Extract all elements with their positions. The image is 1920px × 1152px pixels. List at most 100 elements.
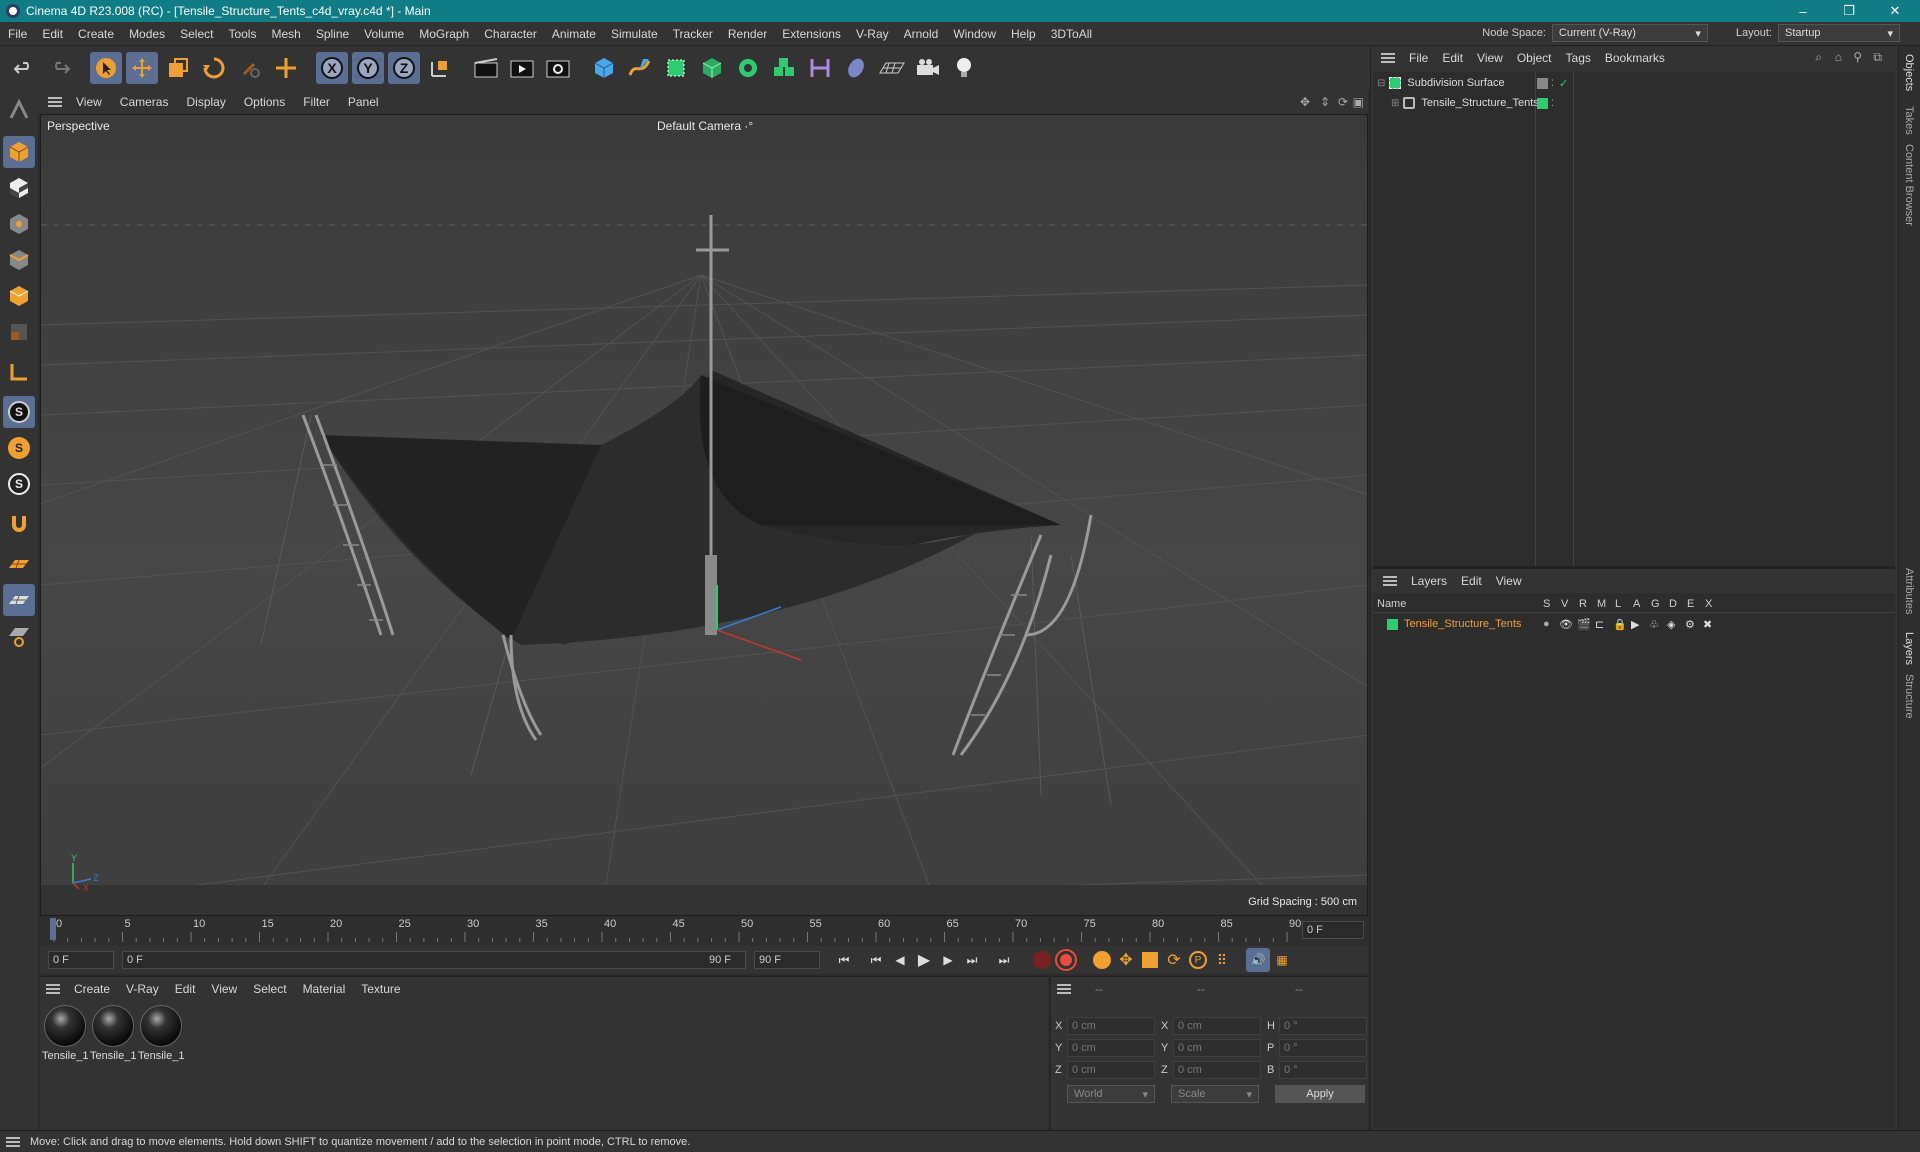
make-editable-button[interactable] bbox=[3, 94, 35, 126]
menu-vray[interactable]: V-Ray bbox=[856, 27, 889, 41]
layer-color-swatch[interactable] bbox=[1387, 618, 1398, 630]
lock-icon[interactable]: 🔒 bbox=[1613, 618, 1627, 631]
deformer-icon[interactable]: ◈ bbox=[1667, 618, 1675, 631]
viewport-menu-display[interactable]: Display bbox=[186, 95, 225, 109]
grid-button[interactable] bbox=[3, 584, 35, 616]
material-swatch[interactable]: Tensile_1 bbox=[90, 1005, 136, 1062]
material-menu-select[interactable]: Select bbox=[253, 982, 286, 996]
workplane-button[interactable] bbox=[3, 548, 35, 580]
viewport-menu-view[interactable]: View bbox=[76, 95, 102, 109]
position-z-field[interactable]: 0 cm bbox=[1067, 1061, 1155, 1079]
hamburger-menu-icon[interactable] bbox=[46, 984, 60, 994]
rotation-b-field[interactable]: 0 ° bbox=[1279, 1061, 1367, 1079]
viewport-zoom-icon[interactable]: ⇕ bbox=[1320, 95, 1330, 109]
render-clapboard-icon[interactable]: 🎬 bbox=[1577, 618, 1591, 631]
axis-mode-button[interactable] bbox=[3, 356, 35, 388]
material-menu-view[interactable]: View bbox=[211, 982, 237, 996]
key-rotation-button[interactable]: ⟳ bbox=[1162, 948, 1186, 972]
manager-tree-icon[interactable]: ⊏ bbox=[1595, 618, 1604, 631]
hamburger-menu-icon[interactable] bbox=[1057, 984, 1071, 994]
menu-edit[interactable]: Edit bbox=[42, 27, 63, 41]
home-icon[interactable]: ⌂ bbox=[1835, 50, 1842, 64]
world-axis-button[interactable] bbox=[270, 52, 302, 84]
menu-volume[interactable]: Volume bbox=[364, 27, 404, 41]
frame-range-slider[interactable]: 0 F 90 F bbox=[122, 951, 746, 969]
menu-mesh[interactable]: Mesh bbox=[271, 27, 300, 41]
column-animation[interactable]: A bbox=[1633, 598, 1640, 610]
viewport-rotate-icon[interactable]: ⟳ bbox=[1338, 95, 1348, 109]
eye-icon[interactable]: 👁 bbox=[1559, 618, 1573, 631]
render-view-button[interactable] bbox=[470, 52, 502, 84]
menu-select[interactable]: Select bbox=[180, 27, 213, 41]
recent-tool-button[interactable] bbox=[234, 52, 266, 84]
play-button[interactable]: ▶ bbox=[912, 948, 936, 972]
floor-button[interactable] bbox=[876, 52, 908, 84]
viewport-menu-filter[interactable]: Filter bbox=[303, 95, 330, 109]
filter-icon[interactable]: ⚲ bbox=[1853, 50, 1862, 64]
menu-file[interactable]: File bbox=[8, 27, 27, 41]
menu-3dtoall[interactable]: 3DToAll bbox=[1051, 27, 1092, 41]
expression-icon[interactable]: ⚙ bbox=[1685, 618, 1695, 631]
menu-extensions[interactable]: Extensions bbox=[782, 27, 841, 41]
autokey-button[interactable] bbox=[1054, 948, 1078, 972]
hamburger-menu-icon[interactable] bbox=[48, 97, 62, 107]
size-z-field[interactable]: 0 cm bbox=[1173, 1061, 1261, 1079]
minimize-button[interactable]: – bbox=[1780, 0, 1826, 22]
viewport-move-icon[interactable]: ✥ bbox=[1300, 95, 1310, 109]
live-selection-button[interactable] bbox=[90, 52, 122, 84]
expand-plus-icon[interactable]: ⊞ bbox=[1391, 98, 1399, 109]
column-solo[interactable]: S bbox=[1543, 598, 1550, 610]
key-parameter-button[interactable]: P bbox=[1186, 948, 1210, 972]
hamburger-menu-icon[interactable] bbox=[6, 1136, 20, 1147]
uv-mode-button[interactable] bbox=[3, 316, 35, 348]
cube-button[interactable] bbox=[588, 52, 620, 84]
field-button[interactable] bbox=[840, 52, 872, 84]
hamburger-menu-icon[interactable] bbox=[1383, 576, 1397, 586]
menu-create[interactable]: Create bbox=[78, 27, 114, 41]
render-settings-button[interactable] bbox=[542, 52, 574, 84]
magnet-button[interactable] bbox=[3, 508, 35, 540]
apply-button[interactable]: Apply bbox=[1275, 1085, 1365, 1103]
visibility-dots-icon[interactable]: ⁚ bbox=[1551, 98, 1554, 109]
tab-layers[interactable]: Layers bbox=[1903, 632, 1915, 665]
tab-attributes[interactable]: Attributes bbox=[1903, 568, 1915, 614]
menu-tracker[interactable]: Tracker bbox=[673, 27, 713, 41]
object-row-tensile-structure[interactable]: ⊞ Tensile_Structure_Tents ⁚ bbox=[1391, 94, 1554, 112]
current-frame-field[interactable]: 0 F bbox=[1302, 921, 1364, 939]
menu-window[interactable]: Window bbox=[953, 27, 996, 41]
extrude-button[interactable] bbox=[696, 52, 728, 84]
column-render[interactable]: R bbox=[1579, 598, 1587, 610]
next-frame-button[interactable]: ▶ bbox=[936, 948, 960, 972]
key-position-button[interactable]: ✥ bbox=[1114, 948, 1138, 972]
x-axis-lock-button[interactable]: X bbox=[316, 52, 348, 84]
menu-simulate[interactable]: Simulate bbox=[611, 27, 658, 41]
material-menu-edit[interactable]: Edit bbox=[175, 982, 196, 996]
coordinate-space-dropdown[interactable]: World ▾ bbox=[1067, 1085, 1155, 1103]
enabled-check-icon[interactable]: ✓ bbox=[1559, 77, 1568, 90]
object-menu-bookmarks[interactable]: Bookmarks bbox=[1605, 51, 1665, 65]
layer-menu-layers[interactable]: Layers bbox=[1411, 574, 1447, 588]
column-expressions[interactable]: E bbox=[1687, 598, 1694, 610]
object-row-subdivision-surface[interactable]: ⊟ Subdivision Surface ⁚ ✓ bbox=[1377, 74, 1568, 92]
position-y-field[interactable]: 0 cm bbox=[1067, 1039, 1155, 1057]
start-frame-field[interactable]: 0 F bbox=[48, 951, 114, 969]
mograph-button[interactable] bbox=[768, 52, 800, 84]
material-menu-material[interactable]: Material bbox=[303, 982, 346, 996]
menu-character[interactable]: Character bbox=[484, 27, 537, 41]
column-locked[interactable]: L bbox=[1615, 598, 1621, 610]
next-key-button[interactable]: ⏭ bbox=[960, 948, 984, 972]
object-menu-view[interactable]: View bbox=[1477, 51, 1503, 65]
menu-spline[interactable]: Spline bbox=[316, 27, 349, 41]
restore-button[interactable]: ❐ bbox=[1826, 0, 1872, 22]
menu-tools[interactable]: Tools bbox=[228, 27, 256, 41]
timeline-ruler[interactable]: 0 5 10 15 20 25 30 35 40 45 50 55 60 65 70 75 80 85 90 0 F bbox=[40, 916, 1368, 946]
column-deformers[interactable]: D bbox=[1669, 598, 1677, 610]
object-menu-file[interactable]: File bbox=[1409, 51, 1428, 65]
column-generators[interactable]: G bbox=[1651, 598, 1660, 610]
material-menu-vray[interactable]: V-Ray bbox=[126, 982, 159, 996]
search-icon[interactable]: ⌕ bbox=[1815, 50, 1822, 65]
column-view[interactable]: V bbox=[1561, 598, 1568, 610]
tab-objects[interactable]: Objects bbox=[1903, 54, 1915, 91]
redo-button[interactable] bbox=[44, 52, 76, 84]
object-menu-tags[interactable]: Tags bbox=[1566, 51, 1591, 65]
